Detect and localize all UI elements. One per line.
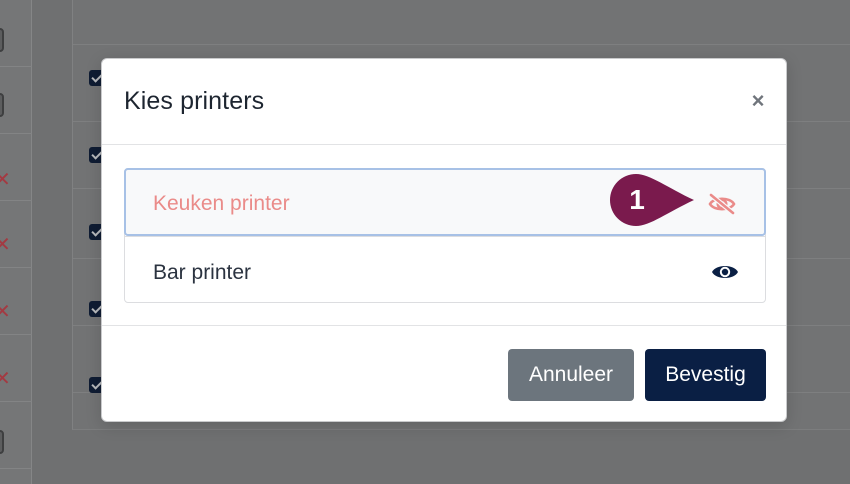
printer-item-bar[interactable]: Bar printer [125, 236, 765, 303]
modal-title: Kies printers [124, 87, 265, 115]
eye-slash-icon[interactable] [707, 192, 737, 216]
bg-sidebar-row [0, 67, 32, 134]
bg-sidebar-row: ✕ [0, 335, 32, 402]
step-callout: 1 [606, 172, 696, 228]
background-sidebar: ✕ ✕ ✕ ✕ [0, 0, 32, 484]
bg-sidebar-button [0, 93, 4, 117]
close-icon: × [751, 88, 765, 113]
close-button[interactable]: × [749, 90, 767, 112]
printer-label: Keuken printer [153, 192, 290, 215]
bg-sidebar-row: ✕ [0, 268, 32, 335]
eye-icon[interactable] [710, 260, 740, 284]
bg-sidebar-row [0, 402, 32, 469]
choose-printers-modal: Kies printers × Keuken printer Bar print… [101, 58, 787, 422]
bg-delete-icon: ✕ [0, 301, 11, 323]
modal-footer: Annuleer Bevestig [102, 325, 786, 423]
bg-sidebar-row: ✕ [0, 134, 32, 201]
printer-label: Bar printer [153, 261, 252, 284]
modal-header: Kies printers × [102, 59, 786, 145]
bg-delete-icon: ✕ [0, 368, 11, 390]
callout-number: 1 [629, 184, 645, 215]
bg-sidebar-button [0, 28, 4, 52]
bg-delete-icon: ✕ [0, 169, 11, 191]
bg-sidebar-row: ✕ [0, 201, 32, 268]
bg-sidebar-button [0, 430, 4, 454]
bg-delete-icon: ✕ [0, 234, 11, 256]
confirm-button[interactable]: Bevestig [645, 349, 766, 401]
bg-sidebar-row [0, 0, 32, 67]
bg-row-divider [73, 44, 850, 45]
cancel-button[interactable]: Annuleer [508, 349, 634, 401]
